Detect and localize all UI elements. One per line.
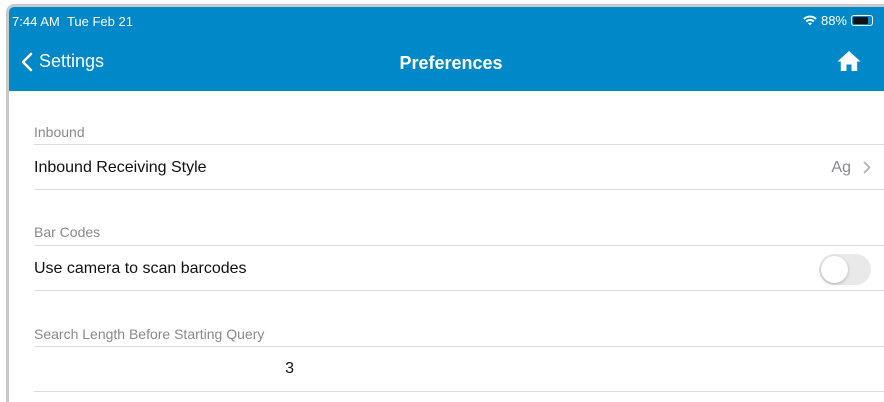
use-camera-label: Use camera to scan barcodes [34,260,247,277]
battery-percent: 88% [820,13,847,28]
inbound-receiving-style-row[interactable]: Inbound Receiving Style Ag [34,144,884,190]
inbound-receiving-style-value: Ag [831,159,851,176]
header: 7:44 AM Tue Feb 21 88% Settings Preferen… [9,7,884,91]
preferences-list: Inbound Inbound Receiving Style Ag Bar C… [9,91,884,402]
wifi-icon [803,15,817,26]
status-bar: 7:44 AM Tue Feb 21 88% [9,7,884,33]
nav-bar: Settings Preferences [9,33,884,91]
use-camera-row: Use camera to scan barcodes [34,245,884,291]
back-button-label: Settings [39,51,105,71]
home-button[interactable] [837,50,861,72]
status-time: 7:44 AM Tue Feb 21 [12,14,133,29]
status-indicators: 88% [803,13,873,28]
search-length-input[interactable] [34,347,294,391]
battery-icon [851,15,873,26]
chevron-left-icon [21,52,33,72]
section-header-search-length: Search Length Before Starting Query [34,326,265,342]
use-camera-toggle[interactable] [819,254,871,285]
search-length-row [34,346,884,392]
back-button[interactable]: Settings [21,51,104,72]
section-header-bar-codes: Bar Codes [34,224,101,240]
inbound-receiving-style-label: Inbound Receiving Style [34,159,207,176]
toggle-knob [821,256,848,283]
chevron-right-icon [863,161,871,174]
page-title: Preferences [399,53,503,73]
app-window: 7:44 AM Tue Feb 21 88% Settings Preferen… [6,4,884,402]
status-date-text: Tue Feb 21 [66,14,133,29]
section-header-inbound: Inbound [34,124,85,140]
status-time-text: 7:44 AM [12,14,60,29]
home-icon [837,50,861,72]
